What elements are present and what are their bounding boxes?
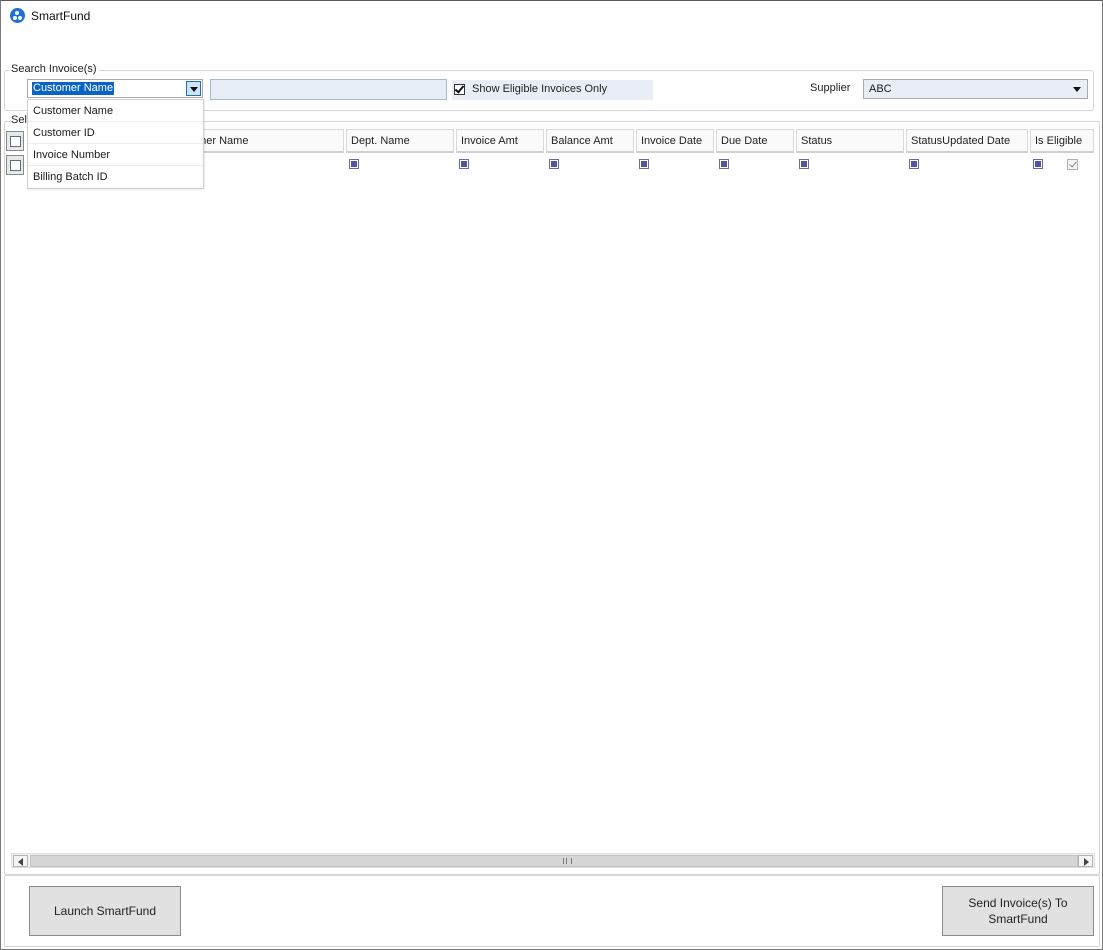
filter-is-eligible[interactable] xyxy=(1033,159,1043,169)
supplier-select[interactable]: ABC xyxy=(863,79,1088,99)
smartfund-logo-icon xyxy=(10,8,25,23)
filter-invoice-amt[interactable] xyxy=(459,159,469,169)
column-header-is-eligible[interactable]: Is Eligible xyxy=(1030,129,1094,153)
launch-smartfund-button[interactable]: Launch SmartFund xyxy=(29,886,181,936)
eligible-only-checkbox[interactable] xyxy=(454,84,465,95)
filter-invoice-date[interactable] xyxy=(639,159,649,169)
scrollbar-grip-icon xyxy=(563,858,572,864)
column-header-invoice-date[interactable]: Invoice Date xyxy=(636,129,714,153)
search-field-selected: Customer Name xyxy=(32,82,115,95)
column-header-status[interactable]: Status xyxy=(796,129,904,153)
dropdown-option-customer-id[interactable]: Customer ID xyxy=(28,122,203,144)
send-invoices-label-line1: Send Invoice(s) To xyxy=(968,896,1068,910)
search-group-label: Search Invoice(s) xyxy=(9,63,99,75)
window-title: SmartFund xyxy=(31,9,91,23)
column-header-balance-amt[interactable]: Balance Amt xyxy=(546,129,634,153)
column-header-due-date[interactable]: Due Date xyxy=(716,129,794,153)
supplier-label: Supplier xyxy=(810,82,851,94)
send-invoices-button[interactable]: Send Invoice(s) To SmartFund xyxy=(942,886,1094,936)
column-header-customer-name[interactable]: omer Name xyxy=(182,129,344,153)
eligible-only-toggle[interactable]: Show Eligible Invoices Only xyxy=(452,80,653,100)
column-chooser-icon[interactable] xyxy=(6,131,24,151)
filter-status-updated-date[interactable] xyxy=(909,159,919,169)
eligible-only-label: Show Eligible Invoices Only xyxy=(472,83,608,95)
filter-dept-name[interactable] xyxy=(349,159,359,169)
filter-balance-amt[interactable] xyxy=(549,159,559,169)
dropdown-option-invoice-number[interactable]: Invoice Number xyxy=(28,144,203,166)
search-field-dropdown: Customer Name Customer ID Invoice Number… xyxy=(27,99,204,189)
chevron-down-icon xyxy=(1073,87,1081,92)
is-eligible-filter-checkbox[interactable] xyxy=(1067,159,1078,170)
column-header-dept-name[interactable]: Dept. Name xyxy=(346,129,454,153)
scroll-right-arrow-icon[interactable] xyxy=(1078,855,1093,867)
search-input[interactable] xyxy=(210,79,447,100)
search-field-combo[interactable]: Customer Name xyxy=(27,79,203,98)
invoice-grid-panel xyxy=(4,121,1100,875)
column-header-status-updated-date[interactable]: StatusUpdated Date xyxy=(906,129,1028,153)
grid-group-label: Sel xyxy=(10,114,28,126)
filter-editor-icon[interactable] xyxy=(6,155,24,175)
scroll-left-arrow-icon[interactable] xyxy=(13,855,28,867)
filter-status[interactable] xyxy=(799,159,809,169)
supplier-value: ABC xyxy=(869,83,892,95)
column-header-invoice-amt[interactable]: Invoice Amt xyxy=(456,129,544,153)
chevron-down-icon[interactable] xyxy=(186,81,201,96)
send-invoices-label-line2: SmartFund xyxy=(988,912,1048,926)
dropdown-option-billing-batch-id[interactable]: Billing Batch ID xyxy=(28,166,203,188)
grid-horizontal-scrollbar[interactable] xyxy=(11,853,1095,868)
dropdown-option-customer-name[interactable]: Customer Name xyxy=(28,100,203,122)
scrollbar-thumb[interactable] xyxy=(30,855,1078,867)
filter-due-date[interactable] xyxy=(719,159,729,169)
